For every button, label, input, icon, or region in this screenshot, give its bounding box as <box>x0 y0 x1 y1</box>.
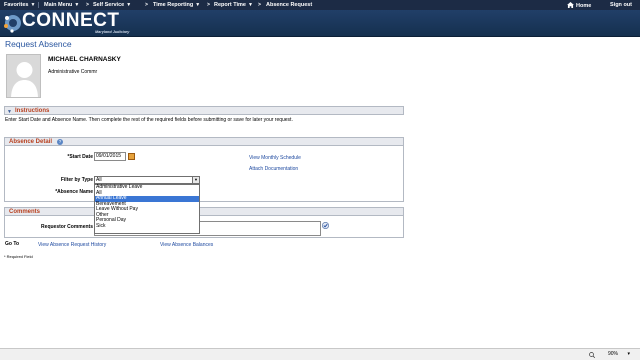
view-absence-request-history-link[interactable]: View Absence Request History <box>38 242 106 248</box>
breadcrumb-separator: > <box>145 2 148 8</box>
employee-name: MICHAEL CHARNASKY <box>48 56 121 63</box>
breadcrumb-separator: > <box>258 2 261 8</box>
page-title: Request Absence <box>5 39 72 49</box>
attach-documentation-link[interactable]: Attach Documentation <box>249 166 298 172</box>
requestor-comments-label: Requestor Comments <box>41 224 93 230</box>
avatar <box>6 54 41 98</box>
help-icon[interactable]: ? <box>57 139 63 145</box>
employee-title: Administrative Commr <box>48 69 98 75</box>
breadcrumb-separator: > <box>86 2 89 8</box>
chevron-down-icon: ▼ <box>248 2 253 8</box>
absence-detail-header: Absence Detail ? <box>4 137 404 146</box>
chevron-down-icon: ▼ <box>74 2 80 8</box>
chevron-down-icon[interactable]: ▾ <box>627 351 630 357</box>
chevron-down-icon: ▼ <box>195 2 201 8</box>
comments-title: Comments <box>9 209 41 215</box>
absence-detail-title: Absence Detail <box>9 139 53 145</box>
comments-header: Comments <box>4 207 404 216</box>
goto-label: Go To <box>5 241 20 247</box>
instructions-header[interactable]: ▼ Instructions <box>4 106 404 115</box>
house-icon <box>567 2 574 8</box>
nav-time-reporting[interactable]: Time Reporting ▼ <box>153 2 200 8</box>
filter-dropdown-list: Administrative Leave All Annual Leave Be… <box>94 184 200 234</box>
filter-by-type-label: Filter by Type <box>60 177 93 183</box>
calendar-icon[interactable] <box>128 153 135 160</box>
chevron-down-icon: ▼ <box>126 2 132 8</box>
required-field-note: * Required Field <box>4 254 33 259</box>
collapse-triangle-icon: ▼ <box>7 109 12 115</box>
start-date-input[interactable]: 09/01/2015 <box>94 152 126 161</box>
zoom-level[interactable]: 90% <box>608 351 618 357</box>
filter-by-type-select[interactable]: All ▼ <box>94 176 200 184</box>
person-silhouette-icon <box>11 62 38 97</box>
nav-sign-out[interactable]: Sign out <box>610 2 632 8</box>
nav-home[interactable]: Home <box>567 2 591 9</box>
nav-favorites[interactable]: Favorites ▼ <box>4 2 35 8</box>
zoom-icon <box>589 352 595 358</box>
breadcrumb-separator: > <box>207 2 210 8</box>
absence-name-label: *Absence Name <box>55 189 93 195</box>
connect-logo-icon <box>4 15 21 33</box>
chevron-down-icon[interactable]: ▼ <box>192 177 199 183</box>
dropdown-option[interactable]: Sick <box>95 223 199 230</box>
chevron-down-icon: ▼ <box>30 2 36 8</box>
brand-name: CONNECT <box>22 10 120 31</box>
top-nav-bar: Favorites ▼ Main Menu ▼ > Self Service ▼ > … <box>0 0 640 10</box>
start-date-label: *Start Date <box>67 154 93 160</box>
nav-divider <box>38 2 39 8</box>
app-window: { "nav": { "items": [ {"label": "Favorit… <box>0 0 640 360</box>
nav-report-time[interactable]: Report Time ▼ <box>214 2 253 8</box>
view-monthly-schedule-link[interactable]: View Monthly Schedule <box>249 155 301 161</box>
brand-subtitle: Maryland Judiciary <box>95 30 130 34</box>
view-absence-balances-link[interactable]: View Absence Balances <box>160 242 213 248</box>
nav-self-service[interactable]: Self Service ▼ <box>93 2 131 8</box>
nav-absence-request[interactable]: Absence Request <box>266 2 312 8</box>
instructions-title: Instructions <box>15 108 50 114</box>
filter-selected-value: All <box>96 177 102 183</box>
instructions-text: Enter Start Date and Absence Name. Then … <box>5 117 293 123</box>
spell-check-icon[interactable] <box>322 222 329 229</box>
nav-main-menu[interactable]: Main Menu ▼ <box>44 2 79 8</box>
browser-status-bar: 90% ▾ <box>0 348 640 360</box>
